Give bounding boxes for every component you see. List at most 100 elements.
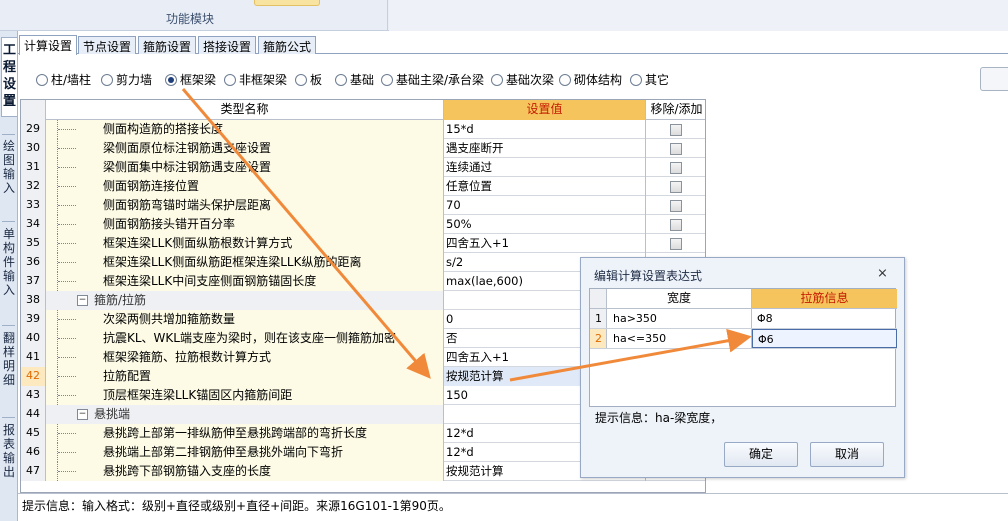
row-name: 框架连梁LLK侧面纵筋根数计算方式 bbox=[103, 236, 293, 250]
row-number: 35 bbox=[21, 234, 46, 253]
remove-add-checkbox[interactable] bbox=[670, 143, 682, 155]
tab-calc-settings[interactable]: 计算设置 bbox=[19, 35, 78, 55]
tree-connector bbox=[57, 310, 81, 329]
tree-connector bbox=[57, 272, 81, 291]
radio-masonry[interactable]: 砌体结构 bbox=[559, 71, 622, 87]
tab-lap-settings[interactable]: 搭接设置 bbox=[198, 36, 257, 54]
status-bar: 提示信息：输入格式：级别+直径或级别+直径+间距。来源16G101-1第90页。 bbox=[18, 493, 1008, 521]
radio-non-frame-beam[interactable]: 非框架梁 bbox=[224, 71, 287, 87]
row-action-cell bbox=[646, 234, 705, 253]
row-number: 37 bbox=[21, 272, 46, 291]
remove-add-checkbox[interactable] bbox=[670, 124, 682, 136]
row-value-cell[interactable]: 连续通过 bbox=[444, 158, 646, 177]
radio-circle-icon bbox=[295, 74, 307, 86]
table-row[interactable]: 29 侧面构造筋的搭接长度 15*d bbox=[21, 120, 705, 139]
row-name: 悬挑端上部第二排钢筋伸至悬挑外端向下弯折 bbox=[103, 445, 344, 459]
radio-frame-beam[interactable]: 框架梁 bbox=[165, 71, 216, 87]
row-name: 框架梁箍筋、拉筋根数计算方式 bbox=[103, 350, 272, 364]
row-number: 34 bbox=[21, 215, 46, 234]
vtab-detail-list[interactable]: 翻样明细 bbox=[1, 331, 17, 403]
dialog-row-number: 1 bbox=[590, 309, 607, 328]
close-icon[interactable]: ⨯ bbox=[877, 266, 888, 281]
table-row[interactable]: 33 侧面钢筋弯锚时端头保护层距离 70 bbox=[21, 196, 705, 215]
grid-header-name: 类型名称 bbox=[46, 100, 444, 120]
grid-header: 类型名称 设置值 移除/添加 bbox=[21, 100, 705, 120]
radio-circle-icon bbox=[36, 74, 48, 86]
table-row[interactable]: 30 梁侧面原位标注钢筋遇支座设置 遇支座断开 bbox=[21, 139, 705, 158]
tree-connector bbox=[57, 215, 81, 234]
collapse-icon[interactable]: − bbox=[77, 409, 88, 420]
remove-add-checkbox[interactable] bbox=[670, 181, 682, 193]
row-name-cell: 梁侧面集中标注钢筋遇支座设置 bbox=[46, 158, 444, 177]
row-name: 框架连梁LLK中间支座侧面钢筋锚固长度 bbox=[103, 274, 317, 288]
row-name: 侧面钢筋弯锚时端头保护层距离 bbox=[103, 198, 272, 212]
vtab-project-settings[interactable]: 工程设置 bbox=[1, 37, 17, 117]
ribbon-active-button[interactable] bbox=[254, 0, 320, 6]
tab-stirrup-formula[interactable]: 箍筋公式 bbox=[258, 36, 317, 54]
tab-stirrup-settings[interactable]: 箍筋设置 bbox=[138, 36, 197, 54]
row-name: 拉筋配置 bbox=[103, 369, 152, 383]
row-value-cell[interactable]: 15*d bbox=[444, 120, 646, 139]
tree-connector bbox=[57, 443, 81, 462]
dialog-row[interactable]: 1 ha>350 Φ8 bbox=[590, 309, 897, 329]
radio-foundation[interactable]: 基础 bbox=[335, 71, 374, 87]
ribbon: 功能模块 bbox=[0, 0, 1008, 31]
row-name: 梁侧面原位标注钢筋遇支座设置 bbox=[103, 141, 272, 155]
row-value-cell[interactable]: 50% bbox=[444, 215, 646, 234]
row-name-cell: 次梁两侧共增加箍筋数量 bbox=[46, 310, 444, 329]
row-name-cell: 顶层框架连梁LLK锚固区内箍筋间距 bbox=[46, 386, 444, 405]
table-row[interactable]: 34 侧面钢筋接头错开百分率 50% bbox=[21, 215, 705, 234]
row-name-cell: 框架连梁LLK侧面纵筋根数计算方式 bbox=[46, 234, 444, 253]
vtab-drawing-input[interactable]: 绘图输入 bbox=[1, 139, 17, 215]
row-action-cell bbox=[646, 139, 705, 158]
table-row[interactable]: 31 梁侧面集中标注钢筋遇支座设置 连续通过 bbox=[21, 158, 705, 177]
radio-column[interactable]: 柱/墙柱 bbox=[36, 71, 91, 87]
cancel-button[interactable]: 取消 bbox=[810, 442, 884, 467]
row-number: 38 bbox=[21, 291, 46, 310]
row-action-cell bbox=[646, 215, 705, 234]
grid-header-value: 设置值 bbox=[444, 100, 646, 120]
radio-label: 基础次梁 bbox=[506, 73, 555, 87]
ok-button[interactable]: 确定 bbox=[724, 442, 798, 467]
dialog-width-cell[interactable]: ha>350 bbox=[607, 309, 752, 328]
settings-tab-bar: 计算设置 节点设置 箍筋设置 搭接设置 箍筋公式 bbox=[18, 35, 1008, 55]
tree-connector bbox=[57, 234, 81, 253]
side-action-button[interactable] bbox=[980, 67, 1008, 91]
row-number: 31 bbox=[21, 158, 46, 177]
row-name-cell: 抗震KL、WKL端支座为梁时，则在该支座一侧箍筋加密 bbox=[46, 329, 444, 348]
radio-slab[interactable]: 板 bbox=[295, 71, 322, 87]
remove-add-checkbox[interactable] bbox=[670, 238, 682, 250]
dialog-width-cell[interactable]: ha<=350 bbox=[607, 329, 752, 348]
radio-circle-icon bbox=[101, 74, 113, 86]
dialog-rebar-cell[interactable]: Φ8 bbox=[752, 309, 897, 328]
row-name-cell: 侧面钢筋接头错开百分率 bbox=[46, 215, 444, 234]
radio-foundation-main-beam[interactable]: 基础主梁/承台梁 bbox=[381, 71, 484, 87]
radio-foundation-secondary-beam[interactable]: 基础次梁 bbox=[491, 71, 554, 87]
remove-add-checkbox[interactable] bbox=[670, 219, 682, 231]
radio-shear-wall[interactable]: 剪力墙 bbox=[101, 71, 152, 87]
remove-add-checkbox[interactable] bbox=[670, 200, 682, 212]
radio-other[interactable]: 其它 bbox=[630, 71, 669, 87]
tree-connector bbox=[57, 120, 81, 139]
tab-node-settings[interactable]: 节点设置 bbox=[78, 36, 137, 54]
radio-label: 基础 bbox=[350, 73, 375, 87]
vtab-report-output[interactable]: 报表输出 bbox=[1, 423, 17, 495]
remove-add-checkbox[interactable] bbox=[670, 162, 682, 174]
row-name: 顶层框架连梁LLK锚固区内箍筋间距 bbox=[103, 388, 293, 402]
row-value-cell[interactable]: 四舍五入+1 bbox=[444, 234, 646, 253]
row-name: 框架连梁LLK侧面纵筋距框架连梁LLK纵筋的距离 bbox=[103, 255, 362, 269]
tree-connector bbox=[57, 158, 81, 177]
ribbon-left-panel: 功能模块 bbox=[0, 0, 388, 31]
radio-circle-icon bbox=[165, 74, 177, 86]
row-name: 次梁两侧共增加箍筋数量 bbox=[103, 312, 236, 326]
collapse-icon[interactable]: − bbox=[77, 295, 88, 306]
dialog-title: 编辑计算设置表达式 bbox=[594, 269, 703, 283]
dialog-row[interactable]: 2 ha<=350 Φ6 bbox=[590, 329, 897, 349]
table-row[interactable]: 35 框架连梁LLK侧面纵筋根数计算方式 四舍五入+1 bbox=[21, 234, 705, 253]
row-value-cell[interactable]: 任意位置 bbox=[444, 177, 646, 196]
dialog-rebar-cell[interactable]: Φ6 bbox=[752, 329, 897, 348]
table-row[interactable]: 32 侧面钢筋连接位置 任意位置 bbox=[21, 177, 705, 196]
row-value-cell[interactable]: 70 bbox=[444, 196, 646, 215]
row-value-cell[interactable]: 遇支座断开 bbox=[444, 139, 646, 158]
vtab-component-input[interactable]: 单构件输入 bbox=[1, 227, 17, 311]
